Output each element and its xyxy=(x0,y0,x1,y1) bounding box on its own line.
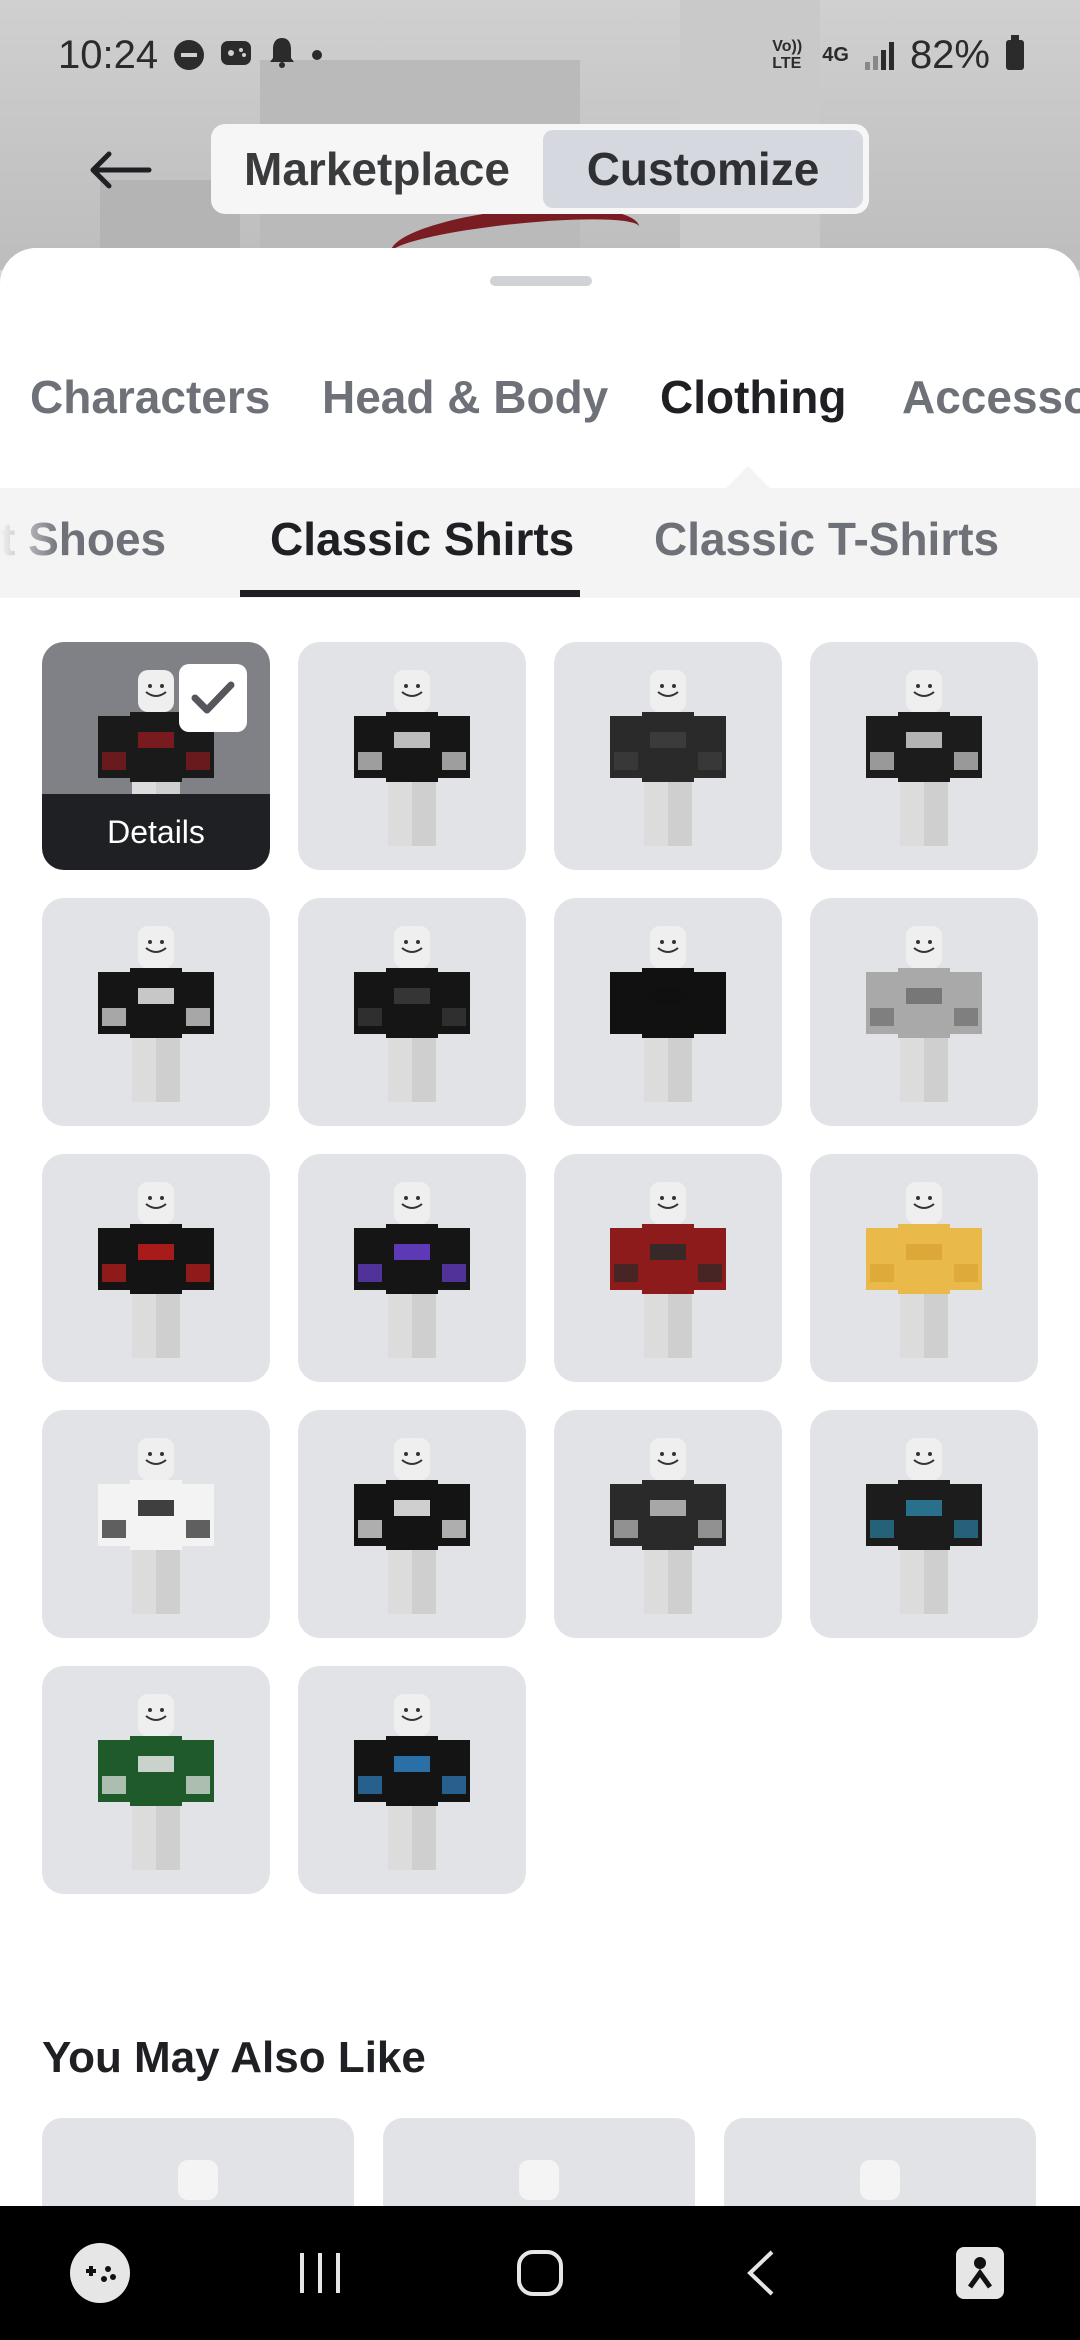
avatar-shirt-thumbnail xyxy=(354,1438,470,1614)
recent-apps-button[interactable] xyxy=(260,2223,380,2323)
back-nav-button[interactable] xyxy=(700,2223,820,2323)
game-launcher-icon xyxy=(70,2243,130,2303)
shirt-item-tile[interactable] xyxy=(554,1410,782,1638)
volte-label: Vo)) LTE xyxy=(772,38,803,72)
shirt-item-tile[interactable] xyxy=(298,1410,526,1638)
category-tabs: Characters Head & Body Clothing Accesso xyxy=(0,348,1080,458)
checkmark-icon xyxy=(191,681,235,714)
customize-tab[interactable]: Customize xyxy=(543,130,863,208)
home-icon xyxy=(517,2250,563,2296)
battery-icon xyxy=(1006,35,1024,70)
avatar-shirt-thumbnail xyxy=(354,1182,470,1358)
shirt-item-tile[interactable] xyxy=(298,1154,526,1382)
avatar-shirt-thumbnail xyxy=(866,926,982,1102)
home-button[interactable] xyxy=(480,2223,600,2323)
tab-accessories[interactable]: Accesso xyxy=(902,370,1080,424)
shirt-item-tile[interactable] xyxy=(810,642,1038,870)
shirt-item-tile[interactable] xyxy=(298,898,526,1126)
shirt-item-tile[interactable] xyxy=(554,898,782,1126)
shirt-item-tile[interactable] xyxy=(554,642,782,870)
shirt-item-tile[interactable] xyxy=(42,898,270,1126)
back-button[interactable] xyxy=(70,130,170,210)
minus-circle-icon xyxy=(174,40,205,70)
accessibility-button[interactable] xyxy=(920,2223,1040,2323)
shirt-item-tile[interactable] xyxy=(42,1666,270,1894)
tab-clothing[interactable]: Clothing xyxy=(660,370,847,424)
avatar-shirt-thumbnail xyxy=(610,1182,726,1358)
customize-sheet: Characters Head & Body Clothing Accesso … xyxy=(0,248,1080,2208)
recommended-item[interactable] xyxy=(42,2118,354,2208)
tab-characters[interactable]: Characters xyxy=(30,370,270,424)
subtab-classic-shirts[interactable]: Classic Shirts xyxy=(270,512,574,566)
battery-percent: 82% xyxy=(909,32,990,77)
subtab-classic-tshirts[interactable]: Classic T-Shirts xyxy=(654,512,999,566)
shirt-item-tile[interactable] xyxy=(298,642,526,870)
avatar-shirt-thumbnail xyxy=(354,670,470,846)
back-icon xyxy=(747,2250,774,2296)
bell-icon xyxy=(268,33,296,78)
system-nav-bar xyxy=(0,2206,1080,2340)
avatar-shirt-thumbnail xyxy=(98,1694,214,1870)
recent-apps-icon xyxy=(300,2253,340,2293)
network-type-label: 4G xyxy=(822,44,849,66)
avatar-shirt-thumbnail xyxy=(610,1438,726,1614)
status-time: 10:24 xyxy=(58,32,159,77)
status-bar: 10:24 Vo)) LTE 4G 82% xyxy=(0,0,1080,110)
selected-check-badge xyxy=(179,664,247,732)
accessibility-icon xyxy=(956,2247,1004,2299)
avatar-shirt-thumbnail xyxy=(610,670,726,846)
avatar-shirt-thumbnail xyxy=(866,1438,982,1614)
avatar-shirt-thumbnail xyxy=(354,926,470,1102)
game-controller-icon xyxy=(220,33,252,78)
active-subtab-underline xyxy=(240,590,580,597)
subcategory-tabs: t Shoes Classic Shirts Classic T-Shirts xyxy=(0,488,1080,598)
avatar-shirt-thumbnail xyxy=(98,1182,214,1358)
drag-handle[interactable] xyxy=(490,276,592,286)
avatar-shirt-thumbnail xyxy=(98,926,214,1102)
shirt-item-tile[interactable] xyxy=(810,898,1038,1126)
game-launcher-button[interactable] xyxy=(40,2223,160,2323)
avatar-shirt-thumbnail xyxy=(610,926,726,1102)
arrow-left-icon xyxy=(90,151,152,189)
dot-icon xyxy=(312,50,323,60)
recommended-item[interactable] xyxy=(724,2118,1036,2208)
shirt-item-tile[interactable] xyxy=(810,1410,1038,1638)
shirt-item-tile[interactable] xyxy=(554,1154,782,1382)
marketplace-tab[interactable]: Marketplace xyxy=(217,130,537,208)
shirt-item-tile[interactable] xyxy=(42,1154,270,1382)
shirt-item-tile[interactable] xyxy=(298,1666,526,1894)
details-button[interactable]: Details xyxy=(42,794,270,870)
avatar-shirt-thumbnail xyxy=(354,1694,470,1870)
tab-indicator-caret xyxy=(726,466,770,488)
scroll-fade xyxy=(0,488,60,598)
avatar-shirt-thumbnail xyxy=(866,670,982,846)
shirt-item-tile[interactable] xyxy=(42,1410,270,1638)
mode-segmented-control: Marketplace Customize xyxy=(211,124,869,214)
signal-icon xyxy=(864,40,894,70)
tab-head-body[interactable]: Head & Body xyxy=(322,370,608,424)
shirt-item-tile[interactable] xyxy=(810,1154,1038,1382)
recommended-item[interactable] xyxy=(383,2118,695,2208)
shirt-item-tile[interactable]: Details xyxy=(42,642,270,870)
avatar-shirt-thumbnail xyxy=(98,1438,214,1614)
section-title: You May Also Like xyxy=(42,2033,426,2082)
avatar-shirt-thumbnail xyxy=(866,1182,982,1358)
